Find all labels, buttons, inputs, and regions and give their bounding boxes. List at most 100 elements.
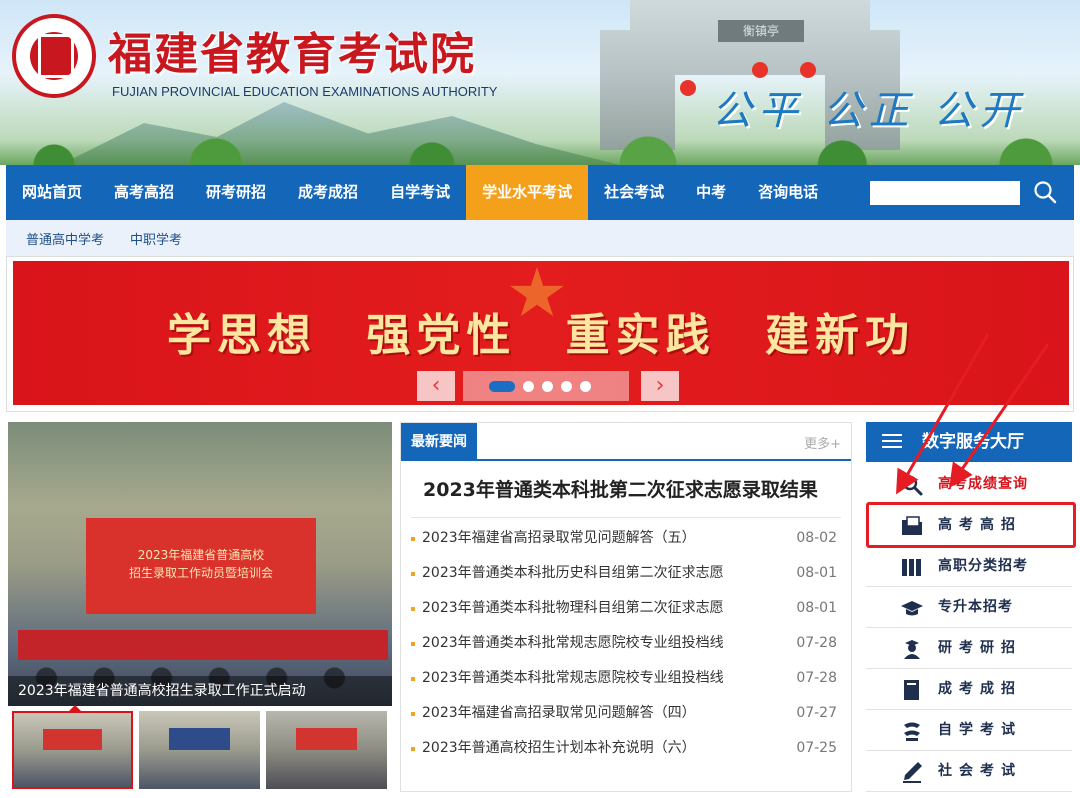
banner-carousel: 学思想 强党性 重实践 建新功 ‹ › [6,256,1074,412]
news-more-link[interactable]: 更多+ [804,433,841,452]
news-item-title: 2023年普通类本科批物理科目组第二次征求志愿 [422,600,724,616]
service-item[interactable]: 高考高招 [866,505,1072,546]
subnav-item-high-school[interactable]: 普通高中学考 [26,229,104,248]
photo-thumbnails [12,705,402,789]
nav-item-self-study[interactable]: 自学考试 [374,165,466,220]
slogan: 公平 公正 公开 [712,88,1026,134]
service-item[interactable]: 成考成招 [866,669,1072,710]
service-item-label: 高考高招 [938,517,1022,533]
service-item[interactable]: 自学考试 [866,710,1072,751]
service-item-label: 研考研招 [938,640,1022,656]
logo-emblem-icon [38,34,74,78]
banner-prev-button[interactable]: ‹ [417,371,455,401]
news-item-title: 2023年福建省高招录取常见问题解答（四） [422,705,696,721]
search-icon [902,475,923,496]
news-item[interactable]: 2023年普通类本科批常规志愿院校专业组投档线 07-28 [409,626,845,661]
nav-item-home[interactable]: 网站首页 [6,165,98,220]
banner-pagination [463,371,629,401]
nav-item-zhongkao[interactable]: 中考 [680,165,742,220]
photo-screen-line2: 招生录取工作动员暨培训会 [128,566,273,580]
site-title[interactable]: 福建省教育考试院 [108,18,476,82]
banner-next-button[interactable]: › [641,371,679,401]
archway-sign: 衡镇亭 [718,20,804,42]
service-hall: 数字服务大厅 高考成绩查询 高考高招高职分类招考 专升本招考研考研招成考成招自学考试… [866,422,1072,798]
news-item-date: 07-27 [796,705,837,721]
service-item-label: 高考成绩查询 [938,476,1028,492]
photo-table [18,630,388,660]
banner-text: 学思想 强党性 重实践 建新功 [167,310,915,361]
site-subtitle: FUJIAN PROVINCIAL EDUCATION EXAMINATIONS… [112,84,498,99]
news-item[interactable]: 2023年普通高校招生计划本补充说明（六） 07-25 [409,731,845,766]
pen-icon [903,762,922,783]
news-item-date: 07-28 [796,635,837,651]
search-icon[interactable] [1032,179,1058,205]
subnav-item-vocational[interactable]: 中职学考 [130,229,182,248]
banner-dot[interactable] [561,380,572,392]
news-item[interactable]: 2023年福建省高招录取常见问题解答（五） 08-02 [409,521,845,556]
photo-caption[interactable]: 2023年福建省普通高校招生录取工作正式启动 [8,676,392,706]
thumbnail-screen [296,728,357,750]
news-item-date: 08-01 [796,565,837,581]
news-tab[interactable]: 最新要闻 [401,423,477,461]
news-item[interactable]: 2023年福建省高招录取常见问题解答（四） 07-27 [409,696,845,731]
nav-item-adult[interactable]: 成考成招 [282,165,374,220]
main-nav: 网站首页 高考高招 研考研招 成考成招 自学考试 学业水平考试 社会考试 中考 … [6,165,1074,220]
news-item-title: 2023年普通类本科批常规志愿院校专业组投档线 [422,670,724,686]
photo-screen-line1: 2023年福建省普通高校 [137,548,265,562]
service-hall-header: 数字服务大厅 [866,422,1072,462]
latest-news-panel: 最新要闻 更多+ 2023年普通类本科批第二次征求志愿录取结果 2023年福建省… [400,422,852,792]
nav-item-social[interactable]: 社会考试 [588,165,680,220]
service-item[interactable]: 高职分类招考 [866,546,1072,587]
thumbnail-screen [169,728,230,750]
book-icon [904,680,919,700]
service-item[interactable]: 社会考试 [866,751,1072,792]
books-icon [902,559,921,576]
news-item[interactable]: 2023年普通类本科批物理科目组第二次征求志愿 08-01 [409,591,845,626]
news-headline[interactable]: 2023年普通类本科批第二次征求志愿录取结果 [423,475,833,502]
lantern-icon [752,62,768,78]
news-item-title: 2023年普通类本科批历史科目组第二次征求志愿 [422,565,724,581]
nav-item-hotline[interactable]: 咨询电话 [742,165,834,220]
site-header: 衡镇亭 福建省教育考试院 FUJIAN PROVINCIAL EDUCATION… [0,0,1080,165]
news-divider [411,517,841,518]
news-item[interactable]: 2023年普通类本科批常规志愿院校专业组投档线 07-28 [409,661,845,696]
service-item-label: 高职分类招考 [938,558,1028,574]
photo-thumbnail[interactable] [12,705,133,789]
news-list: 2023年福建省高招录取常见问题解答（五） 08-02 2023年普通类本科批历史科… [409,521,845,766]
thumbnail-screen [43,729,102,750]
banner-dot[interactable] [580,380,591,392]
news-item-title: 2023年普通类本科批常规志愿院校专业组投档线 [422,635,724,651]
photo-screen: 2023年福建省普通高校 招生录取工作动员暨培训会 [86,518,316,614]
banner-dot[interactable] [523,380,534,392]
news-item-title: 2023年普通高校招生计划本补充说明（六） [422,740,696,756]
photo-thumbnail[interactable] [266,711,387,789]
photo-thumbnail[interactable] [139,711,260,789]
news-header: 最新要闻 更多+ [401,423,851,461]
service-item-label: 成考成招 [938,681,1022,697]
news-item-date: 07-28 [796,670,837,686]
self-study-icon [904,722,920,741]
service-item[interactable]: 高考成绩查询 [866,464,1072,505]
search-input[interactable] [870,181,1020,205]
service-item[interactable]: 专升本招考 [866,587,1072,628]
folder-icon [902,516,922,535]
news-item-date: 08-02 [796,530,837,546]
banner-slide[interactable]: 学思想 强党性 重实践 建新功 ‹ › [13,261,1069,405]
service-list: 高考成绩查询 高考高招高职分类招考 专升本招考研考研招成考成招自学考试社会考试 [866,464,1072,792]
graduate-icon [904,640,920,659]
nav-item-gaokao[interactable]: 高考高招 [98,165,190,220]
service-item-label: 社会考试 [938,763,1022,779]
service-item-label: 专升本招考 [938,599,1013,615]
service-item[interactable]: 研考研招 [866,628,1072,669]
news-item[interactable]: 2023年普通类本科批历史科目组第二次征求志愿 08-01 [409,556,845,591]
photo-news-main[interactable]: 2023年福建省普通高校 招生录取工作动员暨培训会 2023年福建省普通高校招生… [8,422,392,706]
service-item-label: 自学考试 [938,722,1022,738]
sub-nav: 普通高中学考 中职学考 [6,220,1074,256]
menu-icon [882,434,902,450]
nav-item-proficiency[interactable]: 学业水平考试 [466,165,589,220]
nav-item-graduate[interactable]: 研考研招 [190,165,282,220]
news-item-date: 07-25 [796,740,837,756]
banner-dot[interactable] [489,380,515,392]
graduation-cap-icon [901,601,923,616]
banner-dot[interactable] [542,380,553,392]
